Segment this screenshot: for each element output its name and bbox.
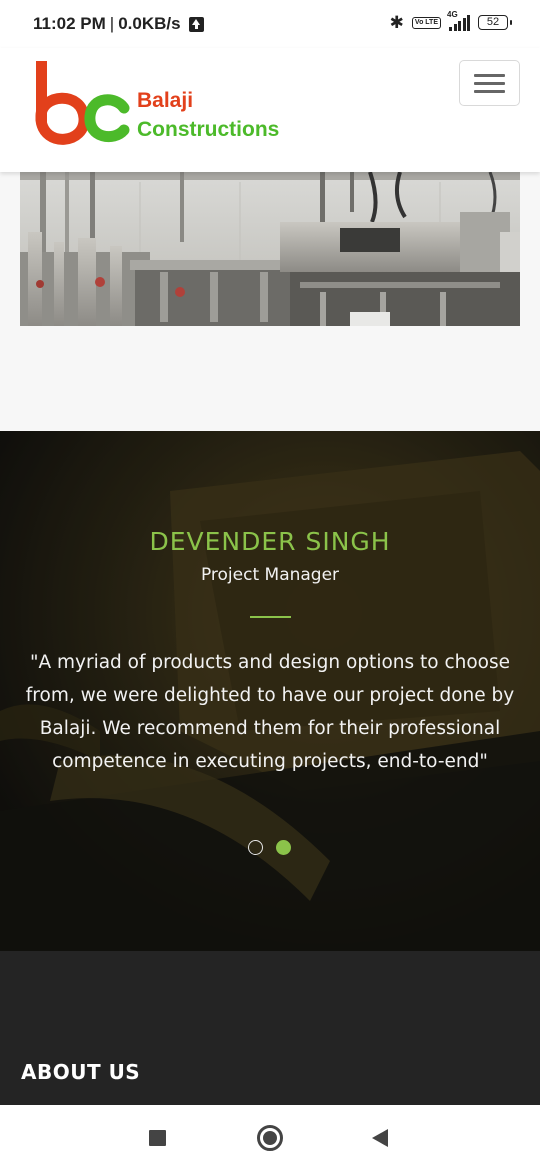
system-navigation-bar (0, 1105, 540, 1170)
testimonial-author-name: DEVENDER SINGH (149, 527, 391, 556)
back-icon[interactable] (372, 1129, 388, 1147)
logo-line-constructions: Constructions (137, 118, 280, 141)
bluetooth-icon: ✱ (389, 13, 404, 32)
hamburger-menu-button[interactable] (459, 60, 520, 106)
status-network-speed: 0.0KB/s (118, 14, 181, 33)
factory-machinery-image (20, 172, 520, 326)
logo-text: Balaji Constructions (137, 86, 279, 144)
logo-line-balaji: Balaji (137, 89, 194, 112)
status-bar: 11:02 PM | 0.0KB/s ✱ Vo LTE 4G 52 (0, 0, 540, 48)
status-time: 11:02 PM (33, 14, 106, 33)
status-left: 11:02 PM | 0.0KB/s (33, 14, 204, 34)
recent-apps-icon[interactable] (149, 1130, 166, 1146)
home-icon[interactable] (257, 1125, 283, 1151)
site-footer: ABOUT US (0, 951, 540, 1105)
about-us-heading: ABOUT US (21, 1060, 141, 1084)
site-header: Balaji Constructions (0, 48, 540, 172)
upload-arrow-icon (188, 16, 204, 32)
testimonial-quote: "A myriad of products and design options… (25, 652, 515, 772)
project-gallery (0, 172, 540, 431)
slider-pagination (248, 840, 291, 855)
site-logo[interactable]: Balaji Constructions (34, 58, 304, 150)
network-type-label: 4G (447, 9, 458, 19)
status-right: ✱ Vo LTE 4G 52 (389, 10, 512, 32)
battery-level: 52 (486, 16, 500, 28)
testimonial-content: DEVENDER SINGH Project Manager "A myriad… (0, 431, 540, 951)
logo-mark-icon (35, 61, 130, 145)
testimonial-slider: DEVENDER SINGH Project Manager "A myriad… (0, 431, 540, 951)
hamburger-menu-icon (474, 82, 505, 85)
battery-icon: 52 (478, 15, 512, 30)
slider-dot-2-active[interactable] (276, 840, 291, 855)
signal-icon: 4G (447, 10, 470, 31)
slider-dot-1[interactable] (248, 840, 263, 855)
testimonial-divider (250, 616, 291, 618)
hamburger-menu-icon (474, 90, 505, 93)
volte-icon: Vo LTE (411, 16, 441, 29)
testimonial-author-role: Project Manager (200, 565, 340, 585)
hamburger-menu-icon (474, 74, 505, 77)
status-separator: | (109, 14, 115, 33)
